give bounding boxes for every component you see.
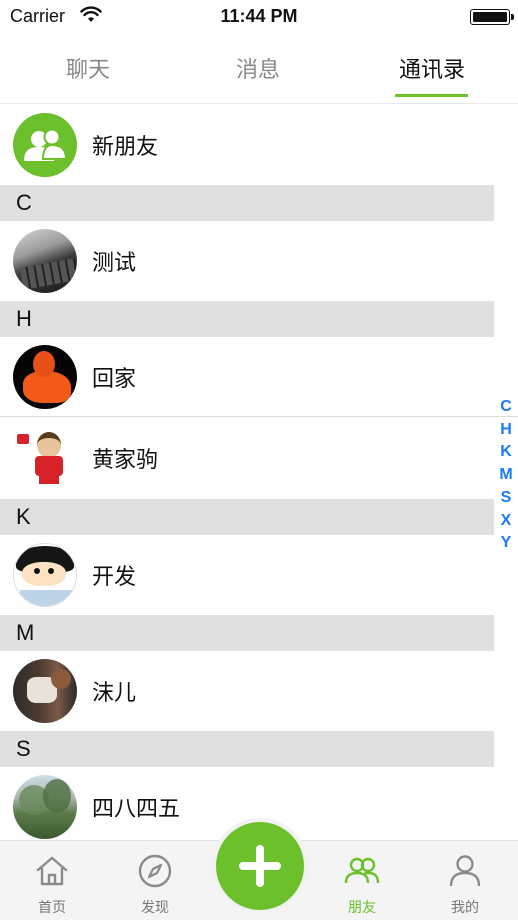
tree-photo <box>13 775 77 839</box>
tab-contacts[interactable]: 通讯录 <box>390 38 474 98</box>
contact-row[interactable]: 沫儿 <box>0 651 518 731</box>
section-header-h: H <box>0 301 494 337</box>
nav-home[interactable]: 首页 <box>12 841 92 920</box>
contact-name: 四八四五 <box>92 797 181 822</box>
index-letter-y[interactable]: Y <box>501 532 512 555</box>
nav-me[interactable]: 我的 <box>425 841 505 920</box>
section-letter: K <box>16 504 31 529</box>
contact-name: 回家 <box>92 367 137 392</box>
contact-list[interactable]: 新朋友 C 测试 H 回家 黄家驹 K 开发 M 沫儿 S 四八四五 <box>0 105 518 847</box>
alphabet-index[interactable]: C H K M S X Y <box>497 396 515 555</box>
add-button-circle <box>216 822 304 910</box>
cartoon-boy-photo <box>13 543 77 607</box>
nav-friends[interactable]: 朋友 <box>322 841 402 920</box>
nav-discover-label: 发现 <box>141 900 169 916</box>
tab-chat[interactable]: 聊天 <box>50 38 126 98</box>
index-letter-x[interactable]: X <box>501 510 512 533</box>
contact-name: 沫儿 <box>92 681 137 706</box>
section-letter: H <box>16 306 32 331</box>
tab-messages[interactable]: 消息 <box>220 38 296 98</box>
section-header-s: S <box>0 731 494 767</box>
home-icon <box>36 856 68 886</box>
nav-discover[interactable]: 发现 <box>115 841 195 920</box>
plus-icon <box>239 845 281 887</box>
contact-row[interactable]: 测试 <box>0 221 518 301</box>
contact-row[interactable]: 黄家驹 <box>0 417 518 499</box>
nav-me-label: 我的 <box>451 900 479 916</box>
status-bar: Carrier 11:44 PM <box>0 0 518 34</box>
contact-row[interactable]: 开发 <box>0 535 518 615</box>
nav-home-label: 首页 <box>38 900 66 916</box>
person-photo <box>13 659 77 723</box>
index-letter-h[interactable]: H <box>500 419 512 442</box>
compass-icon <box>138 854 172 888</box>
new-friends-label: 新朋友 <box>92 135 159 160</box>
contact-name: 开发 <box>92 565 137 590</box>
contact-row[interactable]: 回家 <box>0 337 518 417</box>
nav-friends-label: 朋友 <box>348 900 376 916</box>
index-letter-k[interactable]: K <box>500 441 512 464</box>
index-letter-s[interactable]: S <box>501 487 512 510</box>
active-tab-indicator <box>395 94 468 97</box>
friends-icon <box>344 857 380 884</box>
section-header-m: M <box>0 615 494 651</box>
orange-figure-photo <box>13 345 77 409</box>
battery-icon <box>470 9 514 25</box>
section-letter: M <box>16 620 35 645</box>
index-letter-m[interactable]: M <box>499 464 512 487</box>
section-letter: C <box>16 190 32 215</box>
keyboard-photo <box>13 229 77 293</box>
cartoon-player-photo <box>13 426 77 490</box>
top-tabs: 聊天 消息 通讯录 <box>0 38 518 104</box>
contact-name: 黄家驹 <box>92 448 159 473</box>
add-button[interactable] <box>212 818 308 914</box>
user-icon <box>449 855 481 887</box>
index-letter-c[interactable]: C <box>500 396 512 419</box>
clock: 11:44 PM <box>220 6 298 26</box>
section-letter: S <box>16 736 31 761</box>
section-header-c: C <box>0 185 494 221</box>
new-friends-row[interactable]: 新朋友 <box>0 105 518 185</box>
contact-name: 测试 <box>92 251 137 276</box>
section-header-k: K <box>0 499 494 535</box>
people-icon <box>13 113 77 177</box>
